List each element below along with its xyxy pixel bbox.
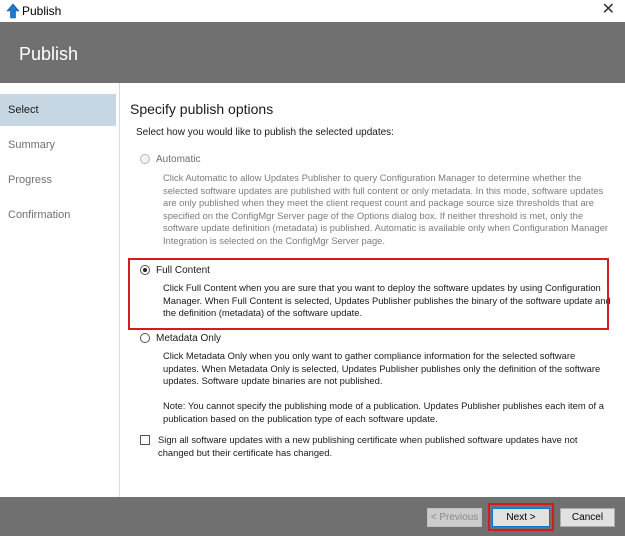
- sign-updates-label: Sign all software updates with a new pub…: [158, 434, 578, 458]
- full-content-description: Click Full Content when you are sure tha…: [163, 282, 611, 319]
- instruction-text: Select how you would like to publish the…: [136, 127, 394, 138]
- metadata-only-radio[interactable]: [140, 333, 150, 343]
- sidebar-item-progress[interactable]: Progress: [0, 164, 116, 196]
- sign-updates-option[interactable]: Sign all software updates with a new pub…: [140, 434, 610, 459]
- main-panel: Specify publish options Select how you w…: [120, 83, 625, 497]
- title-bar: Publish ✕: [0, 0, 625, 22]
- metadata-only-label: Metadata Only: [156, 332, 222, 344]
- publication-mode-note: Note: You cannot specify the publishing …: [163, 400, 604, 424]
- automatic-radio[interactable]: [140, 154, 150, 164]
- header-banner: Publish: [0, 22, 625, 83]
- automatic-label: Automatic: [156, 153, 201, 165]
- sidebar-item-summary[interactable]: Summary: [0, 129, 116, 161]
- metadata-only-description: Click Metadata Only when you only want t…: [163, 350, 601, 387]
- next-button[interactable]: Next >: [492, 508, 550, 527]
- page-title: Specify publish options: [130, 101, 274, 117]
- banner-heading: Publish: [19, 44, 79, 64]
- full-content-option[interactable]: Full Content: [140, 263, 210, 277]
- previous-button[interactable]: < Previous: [427, 508, 482, 527]
- automatic-description: Click Automatic to allow Updates Publish…: [163, 172, 609, 246]
- full-content-label: Full Content: [156, 264, 210, 276]
- cancel-button[interactable]: Cancel: [560, 508, 615, 527]
- sign-updates-checkbox[interactable]: [140, 435, 150, 445]
- window-title: Publish: [22, 4, 62, 18]
- sidebar-item-select[interactable]: Select: [0, 94, 116, 126]
- wizard-footer: < Previous Next > Cancel: [0, 497, 625, 536]
- wizard-steps-sidebar: Select Summary Progress Confirmation: [0, 83, 120, 497]
- full-content-radio[interactable]: [140, 265, 150, 275]
- automatic-option[interactable]: Automatic: [140, 152, 200, 166]
- metadata-only-option[interactable]: Metadata Only: [140, 331, 221, 345]
- close-icon[interactable]: ✕: [602, 1, 615, 19]
- sidebar-item-confirmation[interactable]: Confirmation: [0, 199, 116, 231]
- publish-arrow-icon: [6, 3, 20, 19]
